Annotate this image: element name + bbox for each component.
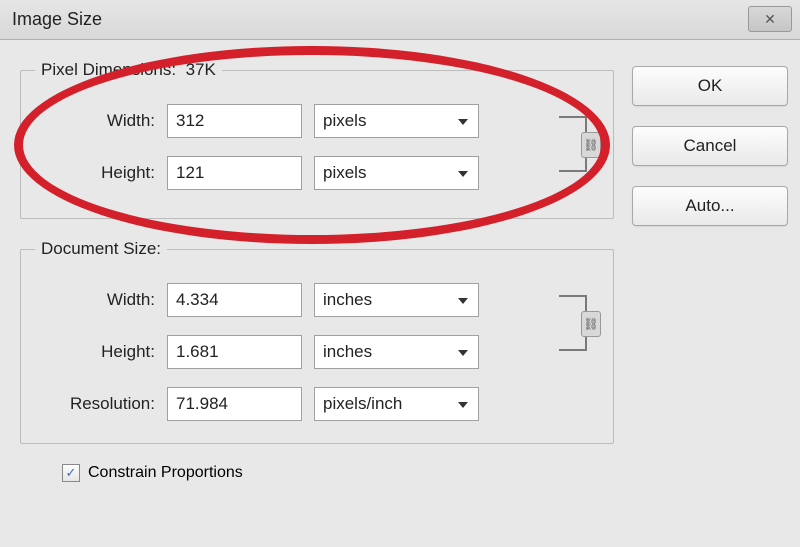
px-width-input[interactable]	[167, 104, 302, 138]
document-size-legend: Document Size:	[35, 239, 167, 259]
doc-width-unit-text: inches	[323, 290, 372, 310]
px-width-unit-select[interactable]: pixels	[314, 104, 479, 138]
px-width-label: Width:	[35, 111, 155, 131]
auto-button[interactable]: Auto...	[632, 186, 788, 226]
close-icon: ✕	[764, 11, 776, 28]
doc-height-unit-select[interactable]: inches	[314, 335, 479, 369]
close-button[interactable]: ✕	[748, 6, 792, 32]
doc-height-input[interactable]	[167, 335, 302, 369]
resolution-unit-text: pixels/inch	[323, 394, 402, 414]
cancel-button[interactable]: Cancel	[632, 126, 788, 166]
doc-link-icon[interactable]: ⛓	[581, 311, 601, 337]
document-size-group: Document Size: Width: inches Height: inc…	[20, 239, 614, 444]
px-height-input[interactable]	[167, 156, 302, 190]
dialog-title: Image Size	[12, 9, 102, 30]
pixel-dimensions-legend: Pixel Dimensions: 37K	[35, 60, 222, 80]
dialog-body: Pixel Dimensions: 37K Width: pixels Heig…	[0, 40, 800, 547]
chain-icon: ⛓	[583, 138, 598, 152]
resolution-input[interactable]	[167, 387, 302, 421]
px-link-icon[interactable]: ⛓	[581, 132, 601, 158]
doc-width-input[interactable]	[167, 283, 302, 317]
px-height-label: Height:	[35, 163, 155, 183]
px-height-unit-text: pixels	[323, 163, 366, 183]
titlebar: Image Size ✕	[0, 0, 800, 40]
pixel-dimensions-size: 37K	[186, 60, 216, 79]
constrain-checkbox[interactable]: ✓	[62, 464, 80, 482]
doc-height-unit-text: inches	[323, 342, 372, 362]
chain-icon: ⛓	[583, 317, 598, 331]
resolution-unit-select[interactable]: pixels/inch	[314, 387, 479, 421]
doc-width-label: Width:	[35, 290, 155, 310]
constrain-label: Constrain Proportions	[88, 464, 243, 482]
constrain-row[interactable]: ✓ Constrain Proportions	[20, 464, 614, 482]
px-height-unit-select[interactable]: pixels	[314, 156, 479, 190]
pixel-dimensions-label: Pixel Dimensions:	[41, 60, 176, 79]
doc-width-unit-select[interactable]: inches	[314, 283, 479, 317]
px-width-unit-text: pixels	[323, 111, 366, 131]
ok-button[interactable]: OK	[632, 66, 788, 106]
resolution-label: Resolution:	[35, 394, 155, 414]
pixel-dimensions-group: Pixel Dimensions: 37K Width: pixels Heig…	[20, 60, 614, 219]
doc-height-label: Height:	[35, 342, 155, 362]
